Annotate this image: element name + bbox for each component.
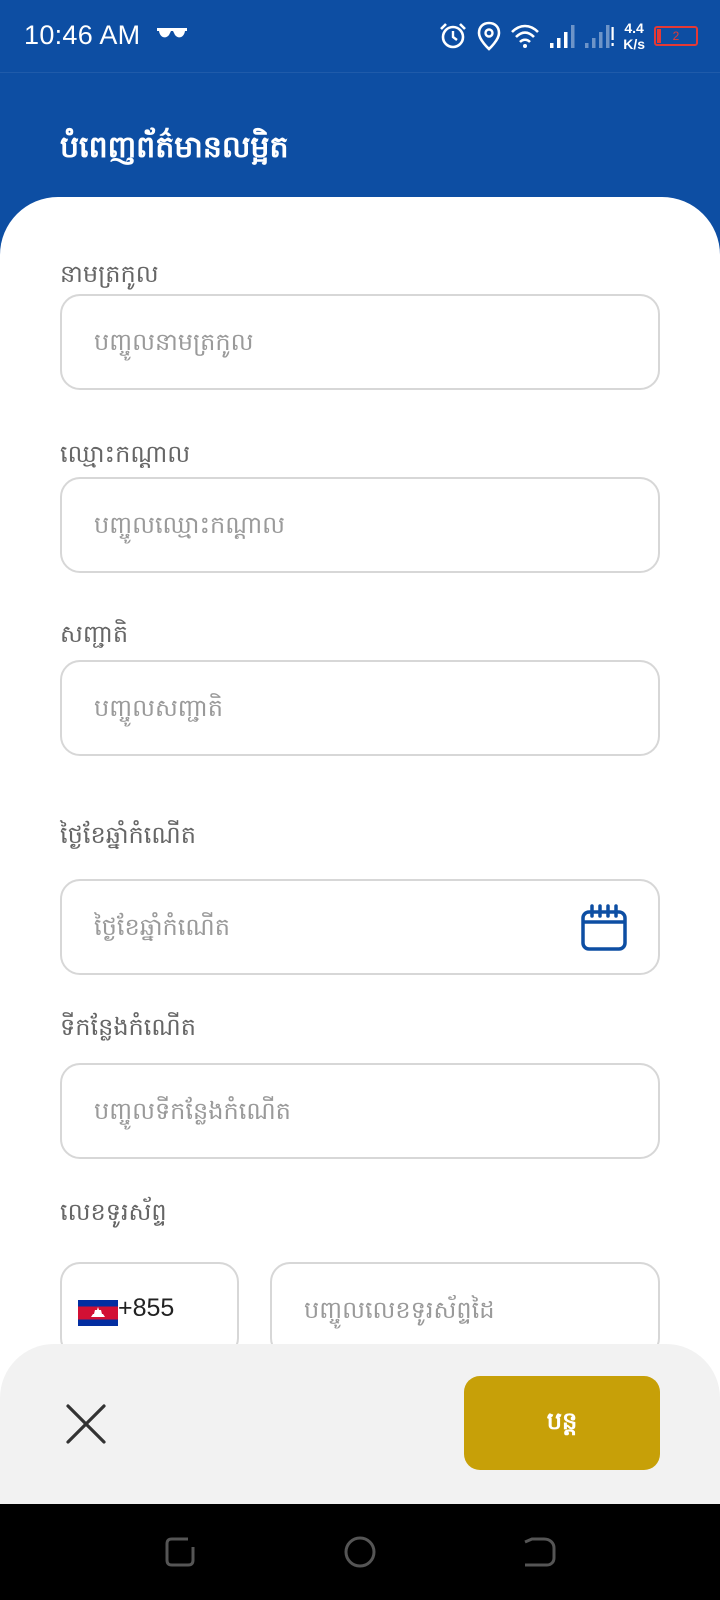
nationality-input[interactable] xyxy=(94,662,544,754)
location-icon xyxy=(477,21,501,51)
phone-input[interactable] xyxy=(304,1264,634,1356)
recent-apps-icon[interactable] xyxy=(162,1534,198,1570)
network-speed-value: 4.4 xyxy=(624,20,644,36)
place-of-birth-input[interactable] xyxy=(94,1065,544,1157)
page-title: បំពេញព័ត៌មានលម្អិត xyxy=(60,130,289,165)
middle-name-input[interactable] xyxy=(94,479,544,571)
close-icon[interactable] xyxy=(58,1396,114,1452)
calendar-icon[interactable] xyxy=(580,904,628,952)
date-of-birth-label: ថ្ងៃខែឆ្នាំកំណើត xyxy=(60,821,196,849)
last-name-input[interactable] xyxy=(94,296,544,388)
system-nav-bar xyxy=(0,1504,720,1600)
bottom-action-panel: បន្ត xyxy=(0,1344,720,1504)
wifi-icon xyxy=(511,24,540,48)
nationality-label: សញ្ជាតិ xyxy=(60,620,129,648)
status-icons: 4.4 K/s 2 xyxy=(438,18,698,54)
place-of-birth-field[interactable] xyxy=(60,1063,660,1159)
home-icon[interactable] xyxy=(342,1534,378,1570)
status-time: 10:46 AM xyxy=(24,20,141,50)
network-speed-unit: K/s xyxy=(623,36,645,52)
cambodia-flag-icon xyxy=(78,1300,118,1326)
signal-weak-icon xyxy=(585,25,614,48)
middle-name-field[interactable] xyxy=(60,477,660,573)
date-of-birth-field[interactable] xyxy=(60,879,660,975)
glasses-icon xyxy=(157,28,187,38)
status-bar: 10:46 AM 4.4 K/s 2 xyxy=(0,0,720,73)
place-of-birth-label: ទីកន្លែងកំណើត xyxy=(60,1013,196,1041)
last-name-field[interactable] xyxy=(60,294,660,390)
network-speed: 4.4 K/s xyxy=(623,20,645,52)
country-code: +855 xyxy=(118,1294,175,1322)
last-name-label: នាមត្រកូល xyxy=(60,260,159,288)
battery-icon: 2 xyxy=(654,26,698,46)
continue-button[interactable]: បន្ត xyxy=(464,1376,660,1470)
back-icon[interactable] xyxy=(522,1534,558,1570)
middle-name-label: ឈ្មោះកណ្ដាល xyxy=(60,440,191,468)
nationality-field[interactable] xyxy=(60,660,660,756)
signal-icon xyxy=(550,25,575,48)
alarm-icon xyxy=(440,23,467,49)
date-of-birth-input[interactable] xyxy=(94,881,544,973)
phone-label: លេខទូរស័ព្ទ xyxy=(60,1198,167,1226)
